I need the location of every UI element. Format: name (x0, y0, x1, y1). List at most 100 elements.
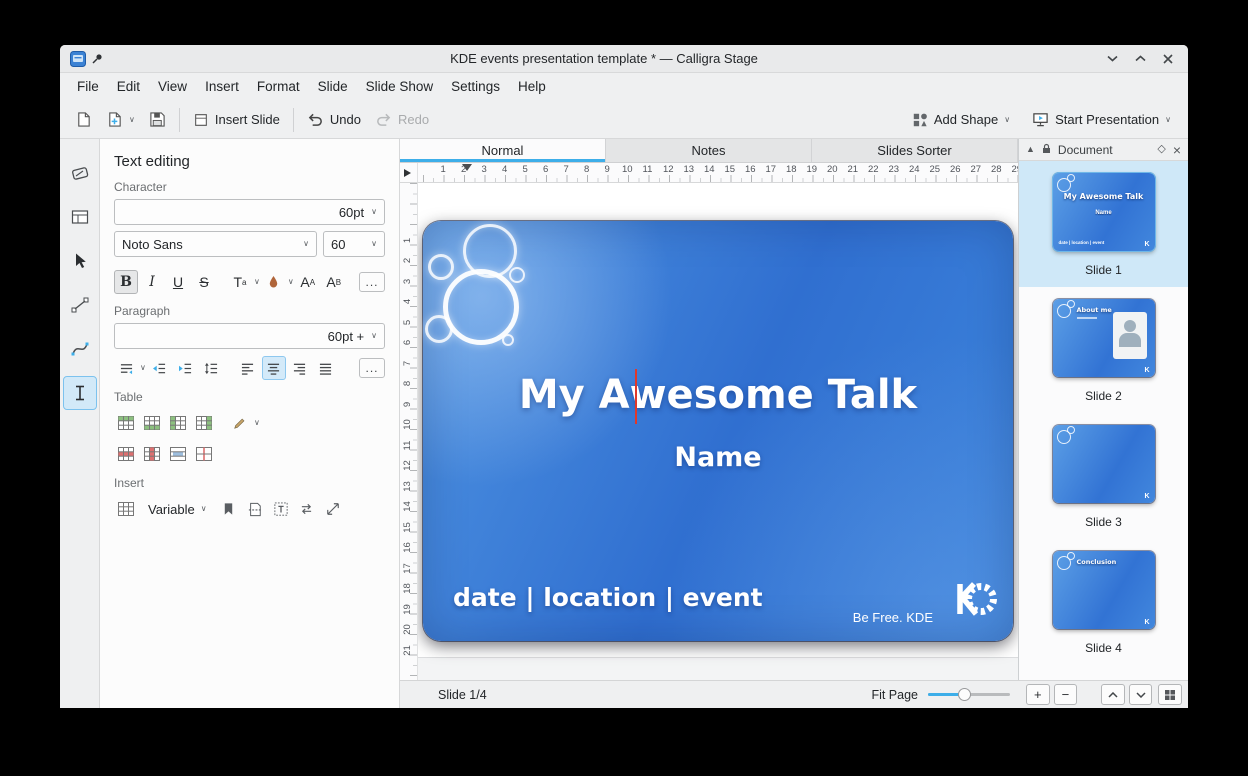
add-slide-button[interactable]: + (1026, 684, 1050, 705)
menu-item-format[interactable]: Format (248, 74, 309, 100)
merge-cells-button[interactable] (166, 442, 190, 466)
pointer-tool-button[interactable] (64, 245, 96, 277)
insert-row-below-button[interactable] (140, 411, 164, 435)
menu-item-settings[interactable]: Settings (442, 74, 509, 100)
character-more-button[interactable]: ... (359, 272, 385, 292)
slide-title-text[interactable]: My Awesome Talk (423, 367, 1013, 423)
connector-tool-button[interactable] (64, 289, 96, 321)
change-case-button[interactable]: Ta (228, 270, 252, 294)
view-mode-button[interactable] (1158, 684, 1182, 705)
underline-button[interactable]: U (166, 270, 190, 294)
vertical-ruler[interactable]: 123456789101112131415161718192021 (400, 183, 418, 680)
remove-slide-button[interactable]: − (1054, 684, 1078, 705)
chevron-down-icon[interactable]: ∨ (254, 278, 260, 286)
path-tool-button[interactable] (64, 333, 96, 365)
open-document-button[interactable]: ∨ (99, 105, 142, 135)
italic-button[interactable]: I (140, 270, 164, 294)
zoom-slider[interactable] (928, 687, 1010, 702)
insert-table-button[interactable] (114, 497, 138, 521)
slide-thumbnail[interactable]: About meK (1053, 299, 1155, 377)
align-right-button[interactable] (288, 356, 312, 380)
shape-tool-button[interactable] (64, 157, 96, 189)
horizontal-ruler[interactable]: 1234567891011121314151617181920212223242… (418, 163, 1018, 183)
redo-button[interactable]: Redo (368, 105, 436, 135)
new-document-button[interactable] (68, 105, 99, 135)
text-tool-button[interactable] (64, 377, 96, 409)
indent-less-button[interactable] (148, 356, 172, 380)
insert-column-right-button[interactable] (192, 411, 216, 435)
insert-page-break-button[interactable] (243, 497, 267, 521)
lock-icon[interactable] (1042, 143, 1051, 157)
menu-item-file[interactable]: File (68, 74, 108, 100)
slide-canvas[interactable]: My Awesome Talk Name date | location | e… (423, 221, 1013, 641)
docker-close-icon[interactable]: × (1173, 143, 1181, 157)
align-justify-button[interactable] (314, 356, 338, 380)
slide-footer-text[interactable]: date | location | event (453, 583, 763, 612)
font-size-combo[interactable]: 60 ∨ (323, 231, 385, 257)
menu-item-view[interactable]: View (149, 74, 196, 100)
insert-section-button[interactable] (295, 497, 319, 521)
save-button[interactable] (142, 105, 173, 135)
insert-bookmark-button[interactable] (217, 497, 241, 521)
bold-button[interactable]: B (114, 270, 138, 294)
slide-thumbnail-item[interactable]: ConclusionKSlide 4 (1019, 539, 1188, 665)
slide-thumbnail[interactable]: ConclusionK (1053, 551, 1155, 629)
slide-thumbnail[interactable]: My Awesome TalkNamedate | location | eve… (1053, 173, 1155, 251)
align-center-button[interactable] (262, 356, 286, 380)
slide-layout-tool-button[interactable] (64, 201, 96, 233)
start-presentation-button[interactable]: Start Presentation ∨ (1025, 105, 1178, 135)
titlebar[interactable]: KDE events presentation template * — Cal… (60, 45, 1188, 73)
chevron-down-icon[interactable]: ∨ (288, 278, 294, 286)
insert-column-left-button[interactable] (166, 411, 190, 435)
close-button[interactable] (1154, 47, 1182, 71)
subscript-button[interactable]: AB (322, 270, 346, 294)
menu-item-slide-show[interactable]: Slide Show (357, 74, 443, 100)
table-borders-pen-button[interactable] (228, 411, 252, 435)
paragraph-style-combo[interactable]: 60pt + ∨ (114, 323, 385, 349)
line-spacing-button[interactable] (200, 356, 224, 380)
zoom-mode-label[interactable]: Fit Page (871, 688, 918, 702)
slide-thumbnail-item[interactable]: My Awesome TalkNamedate | location | eve… (1019, 161, 1188, 287)
delete-column-button[interactable] (140, 442, 164, 466)
slide-thumbnail-item[interactable]: KSlide 3 (1019, 413, 1188, 539)
indent-more-button[interactable] (174, 356, 198, 380)
align-left-button[interactable] (236, 356, 260, 380)
slide-thumbnail-item[interactable]: About meKSlide 2 (1019, 287, 1188, 413)
canvas[interactable]: My Awesome Talk Name date | location | e… (418, 183, 1018, 680)
autoresize-button[interactable] (321, 497, 345, 521)
slide-thumbnail[interactable]: K (1053, 425, 1155, 503)
insert-row-above-button[interactable] (114, 411, 138, 435)
undo-button[interactable]: Undo (300, 105, 368, 135)
add-shape-button[interactable]: Add Shape ∨ (905, 105, 1017, 135)
collapse-icon[interactable]: ▲ (1026, 145, 1035, 154)
slide-subtitle-text[interactable]: Name (423, 441, 1013, 475)
chevron-down-icon[interactable]: ∨ (254, 419, 260, 427)
delete-row-button[interactable] (114, 442, 138, 466)
move-slide-up-button[interactable] (1101, 684, 1125, 705)
pin-icon[interactable] (90, 52, 104, 66)
insert-text-frame-button[interactable] (269, 497, 293, 521)
move-slide-down-button[interactable] (1129, 684, 1153, 705)
maximize-button[interactable] (1126, 47, 1154, 71)
superscript-button[interactable]: AA (296, 270, 320, 294)
minimize-button[interactable] (1098, 47, 1126, 71)
chevron-down-icon[interactable]: ∨ (140, 364, 146, 372)
ruler-corner[interactable] (400, 163, 418, 183)
strikethrough-button[interactable]: S (192, 270, 216, 294)
float-icon[interactable]: ◇ (1157, 144, 1165, 155)
text-color-button[interactable] (262, 270, 286, 294)
menu-item-slide[interactable]: Slide (309, 74, 357, 100)
menu-item-help[interactable]: Help (509, 74, 555, 100)
variable-button[interactable]: Variable ∨ (140, 497, 215, 521)
font-family-combo[interactable]: Noto Sans ∨ (114, 231, 317, 257)
text-direction-button[interactable] (114, 356, 138, 380)
menu-item-edit[interactable]: Edit (108, 74, 149, 100)
tab-notes[interactable]: Notes (606, 139, 812, 162)
tab-slides-sorter[interactable]: Slides Sorter (812, 139, 1018, 162)
tab-normal[interactable]: Normal (400, 139, 606, 162)
zoom-slider-handle[interactable] (958, 688, 971, 701)
character-style-combo[interactable]: 60pt ∨ (114, 199, 385, 225)
split-cells-button[interactable] (192, 442, 216, 466)
menu-item-insert[interactable]: Insert (196, 74, 248, 100)
paragraph-more-button[interactable]: ... (359, 358, 385, 378)
